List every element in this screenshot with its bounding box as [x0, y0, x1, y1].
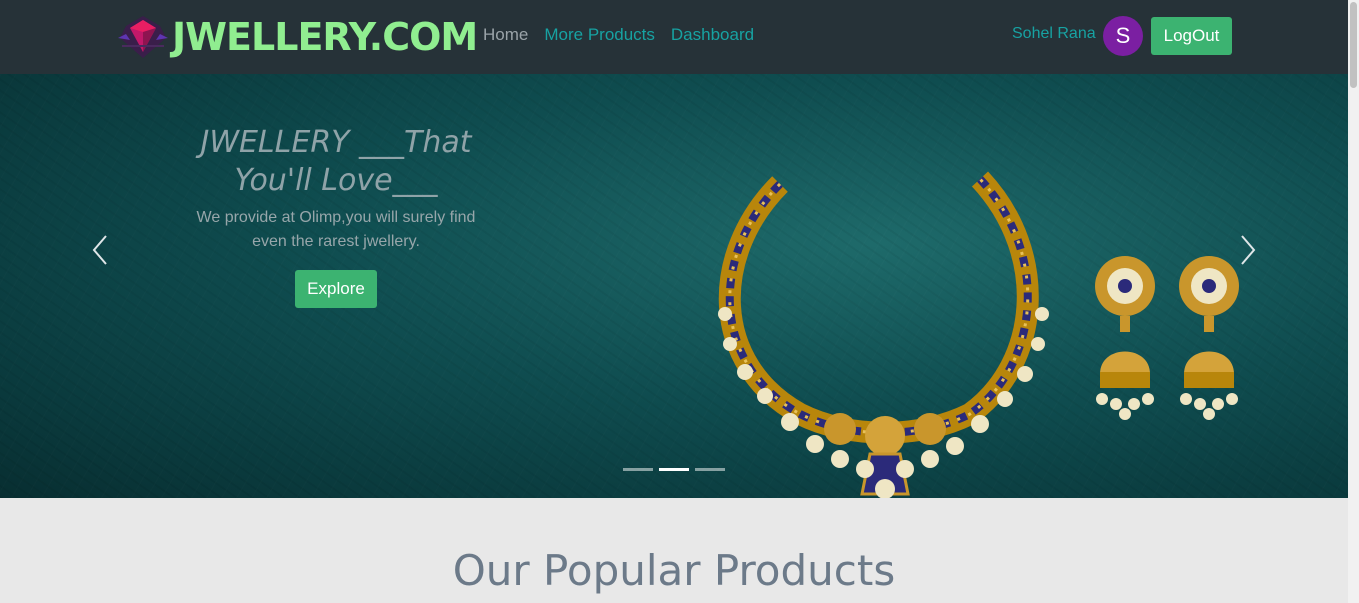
- nav-menu: Home More Products Dashboard: [483, 25, 754, 45]
- carousel-prev-button[interactable]: [86, 232, 116, 268]
- necklace-image: [718, 171, 1049, 498]
- chevron-right-icon: [1241, 235, 1256, 265]
- diamond-logo-icon: [118, 16, 168, 58]
- nav-dashboard[interactable]: Dashboard: [671, 25, 754, 45]
- chevron-left-icon: [92, 235, 107, 265]
- earring-left-image: [1095, 256, 1155, 420]
- nav-home[interactable]: Home: [483, 25, 528, 45]
- carousel-caption: JWELLERY ___That You'll Love___ We provi…: [196, 124, 476, 308]
- nav-more-products[interactable]: More Products: [544, 25, 655, 45]
- carousel-indicator-3[interactable]: [695, 468, 725, 471]
- carousel-indicators: [623, 468, 725, 471]
- user-name: Sohel Rana: [1012, 25, 1096, 42]
- page-scrollbar[interactable]: [1348, 0, 1359, 603]
- carousel-title: JWELLERY ___That You'll Love___: [200, 125, 472, 198]
- popular-products-section: Our Popular Products: [0, 498, 1348, 603]
- earring-right-image: [1179, 256, 1239, 420]
- section-title: Our Popular Products: [452, 546, 896, 595]
- logout-button[interactable]: LogOut: [1151, 17, 1232, 55]
- carousel-next-button[interactable]: [1232, 232, 1262, 268]
- brand-name: JWELLERY.COM: [172, 15, 478, 59]
- carousel-subtitle: We provide at Olimp,you will surely find…: [196, 209, 476, 250]
- navbar: JWELLERY.COM Home More Products Dashboar…: [0, 0, 1348, 74]
- explore-button[interactable]: Explore: [295, 270, 377, 308]
- brand-link[interactable]: JWELLERY.COM: [116, 10, 478, 64]
- avatar: S: [1103, 16, 1143, 56]
- hero-carousel: JWELLERY ___That You'll Love___ We provi…: [0, 74, 1348, 498]
- carousel-indicator-2[interactable]: [659, 468, 689, 471]
- scrollbar-thumb[interactable]: [1350, 2, 1357, 88]
- carousel-indicator-1[interactable]: [623, 468, 653, 471]
